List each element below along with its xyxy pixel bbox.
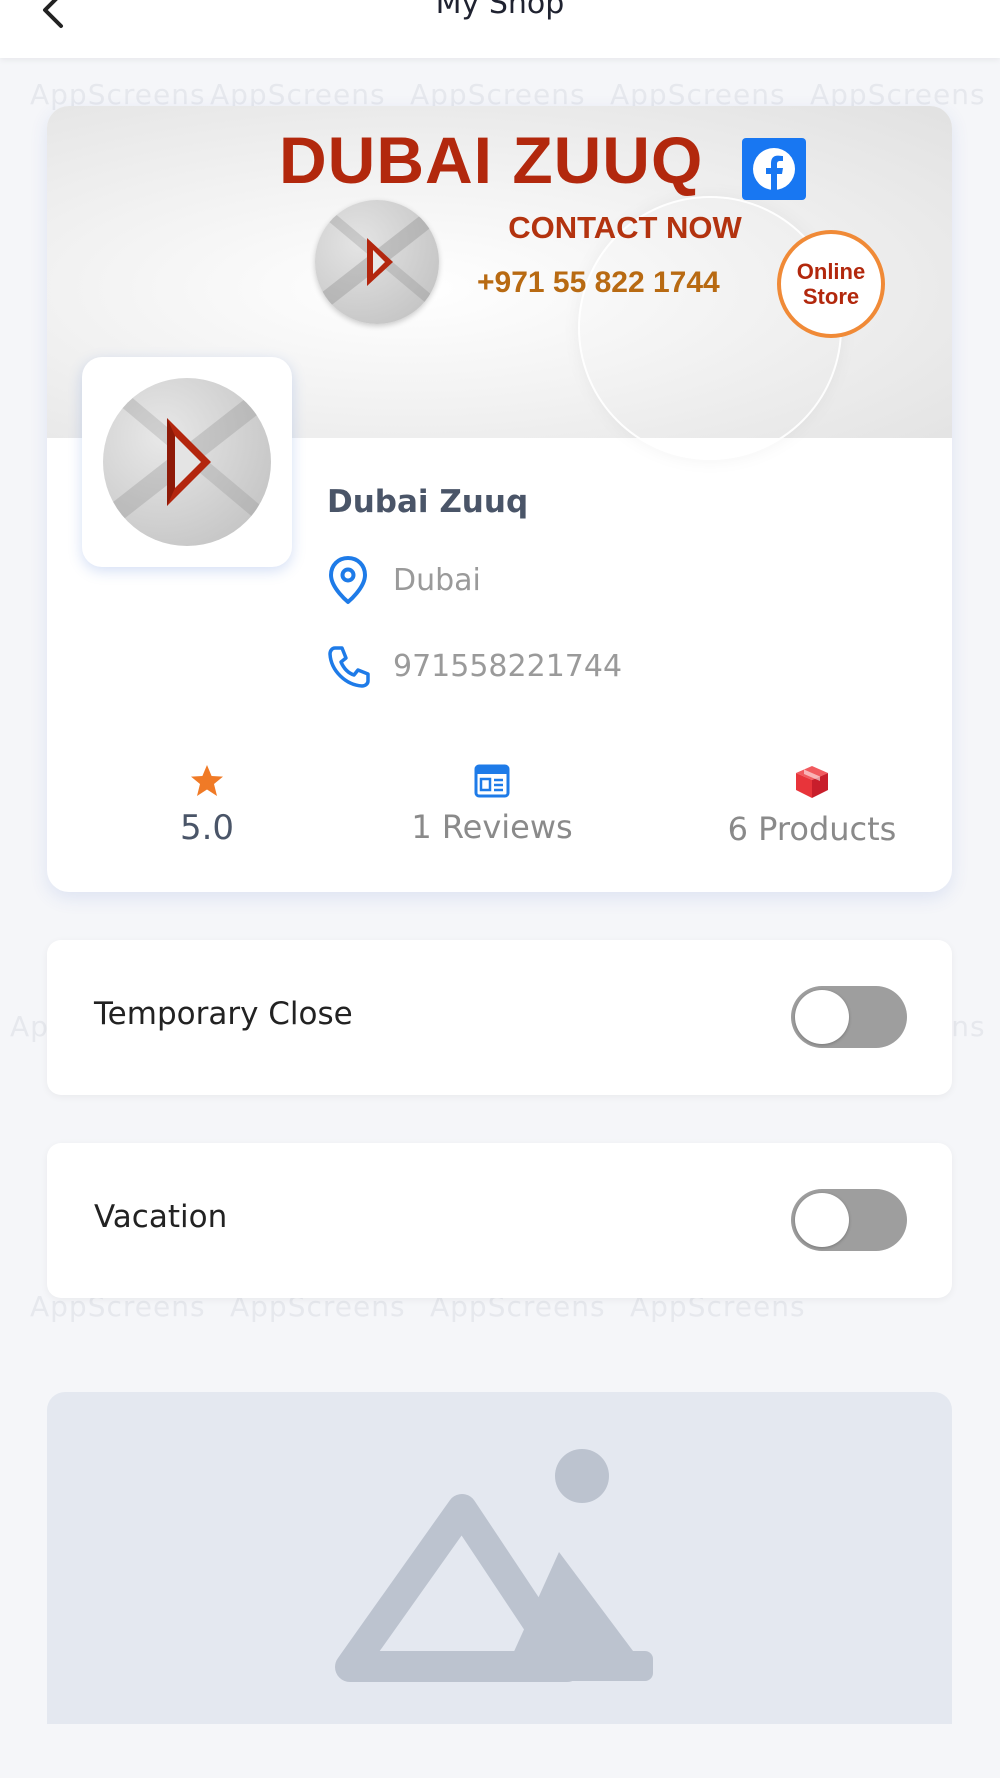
image-placeholder[interactable] <box>47 1392 952 1724</box>
stat-products[interactable]: 6 Products <box>677 764 947 848</box>
shop-location-row: Dubai <box>327 554 481 606</box>
badge-line2: Store <box>802 284 860 309</box>
vacation-toggle[interactable] <box>791 1189 907 1251</box>
rating-value: 5.0 <box>179 808 235 848</box>
phone-icon <box>327 640 373 692</box>
image-placeholder-icon <box>335 1449 653 1682</box>
banner-logo <box>315 200 439 324</box>
location-pin-icon <box>327 554 373 606</box>
stat-rating: 5.0 <box>107 764 307 848</box>
page-title: My Shop <box>435 0 565 21</box>
vacation-label: Vacation <box>94 1199 228 1235</box>
products-count: 6 Products <box>727 810 897 848</box>
shop-avatar-frame[interactable] <box>82 357 292 567</box>
temporary-close-toggle[interactable] <box>791 986 907 1048</box>
shop-phone: 971558221744 <box>393 648 623 684</box>
vacation-card: Vacation <box>47 1143 952 1298</box>
shop-profile-card: DUBAI ZUUQ CONTACT NOW +971 55 822 1744 … <box>47 106 952 892</box>
reviews-count: 1 Reviews <box>411 808 573 846</box>
toggle-knob <box>795 1193 849 1247</box>
reviews-icon <box>357 764 627 802</box>
temporary-close-card: Temporary Close <box>47 940 952 1095</box>
stat-reviews[interactable]: 1 Reviews <box>357 764 627 846</box>
badge-line1: Online <box>796 259 866 284</box>
shop-location: Dubai <box>393 562 481 598</box>
facebook-icon <box>742 138 806 200</box>
shop-name: Dubai Zuuq <box>327 484 529 520</box>
online-store-badge: Online Store <box>777 230 885 338</box>
star-icon <box>107 764 307 802</box>
temporary-close-label: Temporary Close <box>94 996 353 1032</box>
toggle-knob <box>795 990 849 1044</box>
top-app-bar: My Shop <box>0 0 1000 58</box>
shop-phone-row: 971558221744 <box>327 640 622 692</box>
avatar <box>103 378 271 546</box>
banner-title: DUBAI ZUUQ <box>279 123 704 197</box>
banner-contact-label: CONTACT NOW <box>508 210 742 245</box>
banner-phone: +971 55 822 1744 <box>477 266 720 299</box>
box-icon <box>677 764 947 804</box>
